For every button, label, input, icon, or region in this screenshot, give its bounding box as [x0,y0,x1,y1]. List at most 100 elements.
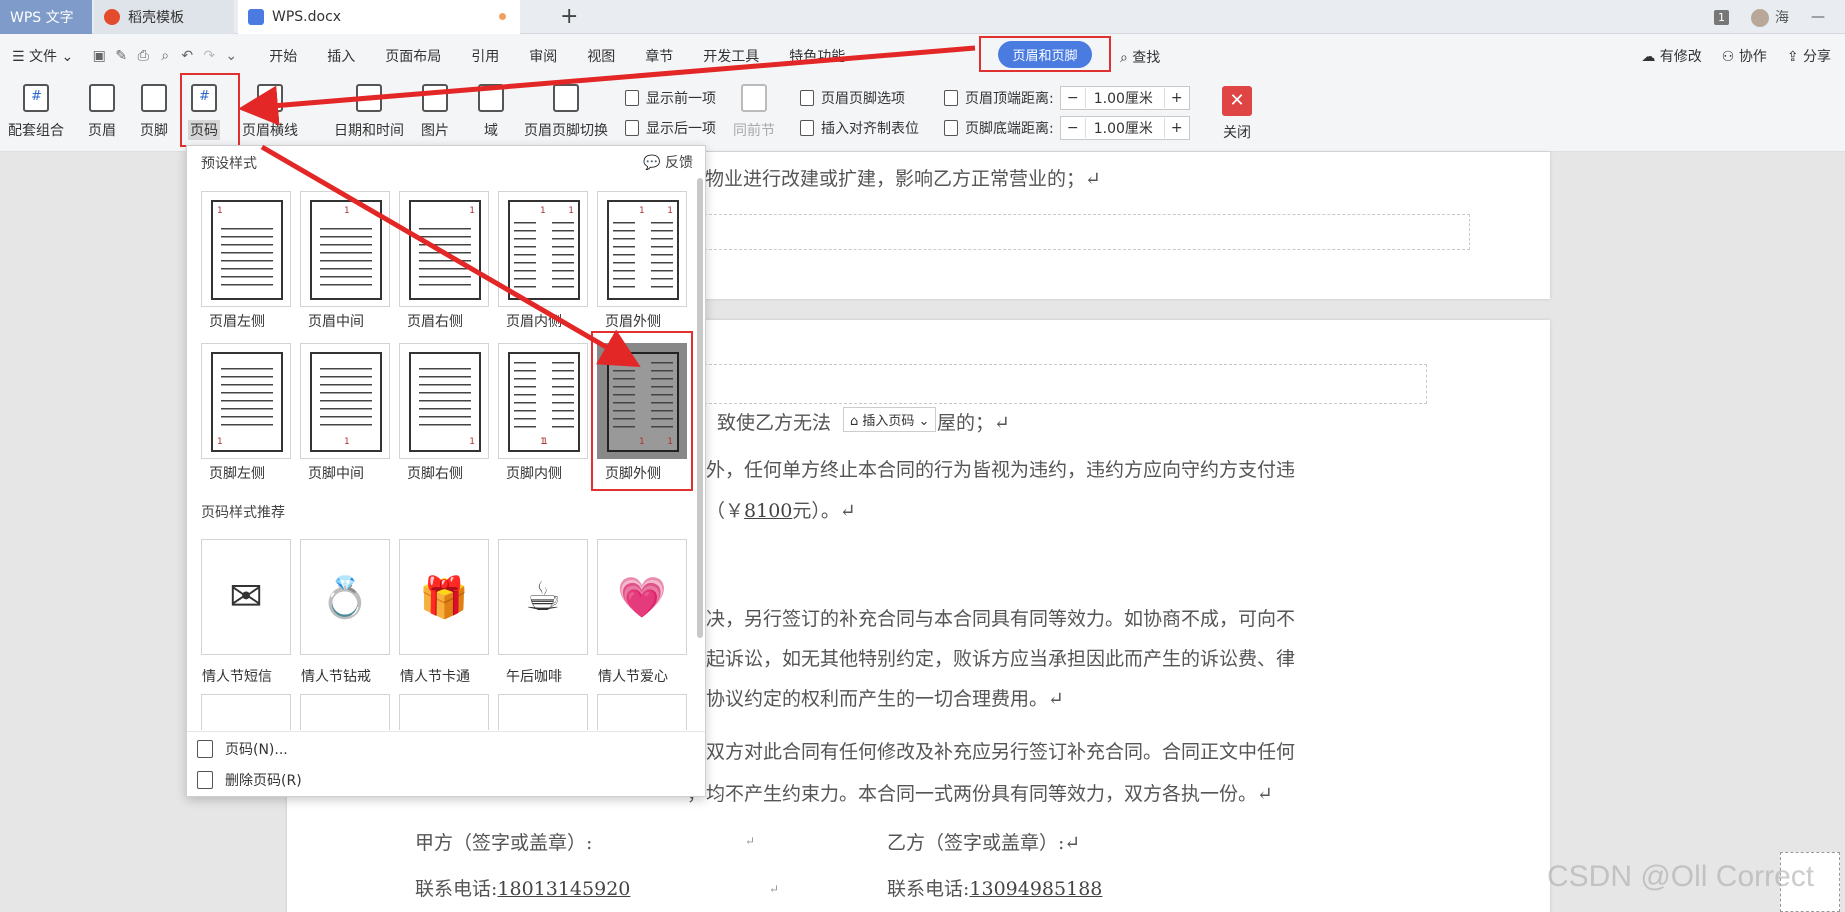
tab-wps-writer[interactable]: WPS 文字 [0,0,92,34]
tab-document[interactable]: WPS.docx [238,0,520,34]
user-account[interactable]: 海 [1751,7,1789,27]
header-button[interactable]: 页眉 [88,84,116,140]
page-num-mark: 1 [344,206,350,216]
new-tab-button[interactable]: + [560,4,578,29]
doc-line: 提起诉讼，如无其他特别约定，败诉方应当承担因此而产生的诉讼费、律 [687,648,1296,670]
combo-button[interactable]: 配套组合 [8,84,64,140]
minimize-button[interactable]: — [1811,9,1825,25]
page-thumb: 1 [409,200,481,300]
rec-style[interactable]: 💗 [597,539,687,655]
delete-page-number-button[interactable]: 删除页码(R) [197,770,302,790]
print-preview-icon[interactable]: ⌕ [154,48,176,64]
menu-features[interactable]: 特色功能 [774,46,860,66]
party-a-signature: 甲方（签字或盖章）: [415,832,593,854]
window-count-badge[interactable]: 1 [1714,9,1729,25]
user-add-icon: ⚇ [1721,49,1735,65]
rec-style[interactable]: 🎁 [399,539,489,655]
menu-view[interactable]: 视图 [572,46,630,66]
decrease-button[interactable]: − [1061,120,1085,136]
style-header-outside[interactable]: 11 [597,191,687,307]
same-as-previous-button[interactable]: 同前节 [733,84,775,140]
header-line-label: 页眉横线 [242,123,298,139]
insert-page-number-button[interactable]: ⌂ 插入页码 ⌄ [843,407,937,432]
feedback-button[interactable]: 💬 反馈 [643,152,693,172]
share-button[interactable]: ⇪ 分享 [1787,46,1831,66]
header-line-button[interactable]: 页眉横线 [242,84,298,140]
menu-review[interactable]: 审阅 [514,46,572,66]
menu-start[interactable]: 开始 [254,46,312,66]
undo-icon[interactable]: ↶ [176,48,198,64]
decrease-button[interactable]: − [1061,90,1085,106]
show-next-button[interactable]: 显示后一项 [625,118,716,138]
panel-scrollbar[interactable] [697,178,703,638]
collaborate-button[interactable]: ⚇ 协作 [1722,46,1767,66]
thumb-lines [221,368,273,428]
more-icon[interactable]: ⌄ [220,48,242,64]
show-next-label: 显示后一项 [646,121,716,137]
rec-style[interactable]: ☕ [498,539,588,655]
format-painter-icon[interactable]: ✎ [110,48,132,64]
header-top-label: 页眉顶端距离: [965,91,1054,107]
rec-style[interactable]: 💍 [300,539,390,655]
style-header-inside[interactable]: 11 [498,191,588,307]
page-number-settings-button[interactable]: 页码(N)... [197,739,288,759]
next-icon [625,120,639,136]
rec-style[interactable] [399,694,489,730]
rec-style[interactable] [201,694,291,730]
switch-header-footer-button[interactable]: 页眉页脚切换 [524,84,608,140]
menu-developer[interactable]: 开发工具 [688,46,774,66]
menu-layout[interactable]: 页面布局 [370,46,456,66]
save-icon[interactable]: ▣ [88,48,110,64]
rec-style[interactable] [498,694,588,730]
style-label: 页脚右侧 [407,466,463,482]
style-footer-inside[interactable]: 11 [498,343,588,459]
revision-button[interactable]: ☁ 有修改 [1641,46,1701,66]
rec-style[interactable] [597,694,687,730]
show-previous-button[interactable]: 显示前一项 [625,88,716,108]
field-button[interactable]: 域 [478,84,504,140]
style-footer-left[interactable]: 1 [201,343,291,459]
header-footer-options-button[interactable]: 页眉页脚选项 [800,88,905,108]
daoke-icon [104,9,120,25]
page-thumb: 1 [211,200,283,300]
menu-insert[interactable]: 插入 [312,46,370,66]
header-top-input[interactable]: 1.00厘米 [1084,88,1165,108]
footer-bottom-stepper[interactable]: −1.00厘米 + [1059,116,1190,140]
style-header-left[interactable]: 1 [201,191,291,307]
thumb-lines [221,228,273,288]
picture-button[interactable]: 图片 [421,84,449,140]
style-header-right[interactable]: 1 [399,191,489,307]
tab-daoke-templates[interactable]: 稻壳模板 [94,0,234,34]
page-number-button[interactable]: 页码 [188,84,220,140]
style-footer-center[interactable]: 1 [300,343,390,459]
footer-area [704,214,1470,250]
insert-tab-stop-button[interactable]: 插入对齐制表位 [800,118,919,138]
increase-button[interactable]: + [1165,90,1189,106]
rec-label: 情人节钻戒 [301,669,371,685]
style-header-center[interactable]: 1 [300,191,390,307]
tab-stop-icon [800,120,814,136]
rec-style[interactable]: ✉ [201,539,291,655]
increase-button[interactable]: + [1165,120,1189,136]
menu-section[interactable]: 章节 [630,46,688,66]
rec-style[interactable] [300,694,390,730]
share-label: 分享 [1803,49,1831,65]
footer-bottom-input[interactable]: 1.00厘米 [1084,118,1165,138]
print-icon[interactable]: ⎙ [132,48,154,64]
menu-header-footer[interactable]: 页眉和页脚 [979,36,1111,72]
style-footer-outside[interactable]: 11 [597,343,687,459]
thumb-lines [613,222,635,292]
header-top-stepper[interactable]: −1.00厘米 + [1059,86,1190,110]
menu-reference[interactable]: 引用 [456,46,514,66]
datetime-button[interactable]: 日期和时间 [334,84,404,140]
style-footer-right[interactable]: 1 [399,343,489,459]
search-button[interactable]: ⌕ 查找 [1120,47,1160,67]
redo-icon[interactable]: ↷ [198,48,220,64]
style-label: 页眉右侧 [407,314,463,330]
footer-button[interactable]: 页脚 [140,84,168,140]
file-menu[interactable]: ☰ 文件 ⌄ [0,46,88,66]
feedback-label: 反馈 [665,155,693,171]
doc-line: 如双方对此合同有任何修改及补充应另行签订补充合同。合同正文中任何 [687,741,1296,763]
close-header-footer-button[interactable]: ✕ 关闭 [1222,86,1252,142]
menu-header-footer-label: 页眉和页脚 [998,40,1092,68]
